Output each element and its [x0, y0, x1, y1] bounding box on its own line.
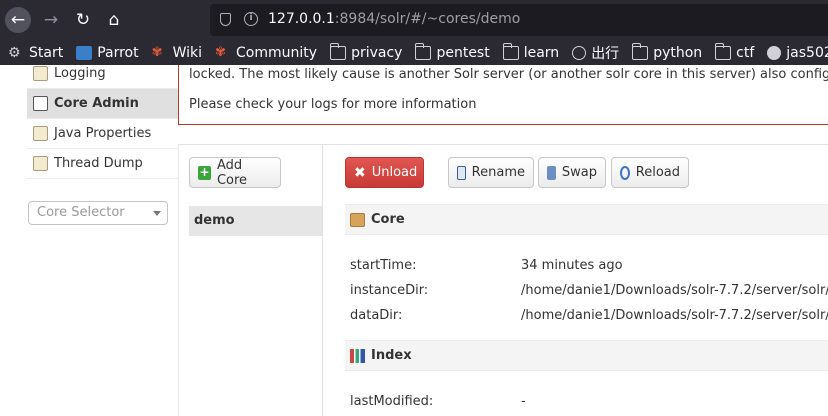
bookmark-wiki[interactable]: ✾ Wiki [152, 45, 202, 61]
bookmark-label: python [653, 44, 703, 61]
sidebar-item-java-properties[interactable]: Java Properties [27, 119, 178, 149]
button-label: Swap [561, 165, 597, 180]
folder-icon [502, 42, 519, 60]
error-text: locked. The most likely cause is another… [189, 67, 828, 82]
reload-icon [620, 165, 630, 180]
swap-button[interactable]: Swap [538, 157, 606, 188]
reload-button[interactable]: Reload [611, 157, 689, 188]
core-selector-placeholder: Core Selector [37, 205, 125, 220]
add-core-button[interactable]: + Add Core [189, 157, 281, 188]
core-admin-panel: + Add Core ✖ Unload Rename Swap Reload dem… [178, 144, 828, 416]
bookmark-privacy[interactable]: privacy [330, 42, 403, 61]
bookmark-label: Parrot [97, 44, 139, 61]
url-text[interactable]: 127.0.0.1:8984/solr/#/~cores/demo [268, 11, 520, 27]
prop-value: - [521, 394, 526, 409]
bookmark-community[interactable]: ✾ Community [215, 45, 317, 61]
bookmark-jas502n[interactable]: jas502n (Jas [767, 45, 828, 61]
back-arrow-icon[interactable]: ← [5, 7, 31, 33]
bookmark-chuxing[interactable]: 出行 [572, 43, 619, 63]
prop-key: lastModified: [350, 394, 434, 409]
github-icon [767, 45, 782, 60]
button-label: Add Core [216, 157, 248, 188]
bookmark-label: ctf [736, 44, 755, 61]
prop-value: /home/danie1/Downloads/solr-7.7.2/server… [521, 283, 828, 298]
sidebar-item-thread-dump[interactable]: Thread Dump [27, 149, 178, 179]
section-title: Core [371, 212, 405, 227]
rename-button[interactable]: Rename [448, 157, 534, 188]
core-section-header: Core [345, 204, 828, 235]
bookmarks-bar: ⚙ Start Parrot ✾ Wiki ✾ Community privacy p… [0, 40, 828, 65]
divider [322, 145, 323, 416]
core-admin-icon [33, 96, 48, 111]
browser-toolbar: ← → ↻ ⌂ i 127.0.0.1:8984/solr/#/~cores/d… [0, 0, 828, 40]
divider [178, 145, 179, 416]
globe-icon [572, 45, 587, 60]
forward-arrow-icon[interactable]: → [38, 7, 64, 33]
bookmark-label: jas502n (Jas [786, 44, 828, 61]
bookmark-start[interactable]: ⚙ Start [8, 45, 63, 61]
rename-icon [457, 165, 466, 180]
url-path: :8984/solr/#/~cores/demo [334, 11, 521, 27]
bookmark-label: Community [236, 44, 318, 61]
kali-icon: ✾ [215, 44, 226, 60]
folder-icon [330, 42, 347, 60]
bookmark-label: Wiki [172, 44, 203, 61]
sidebar-item-label: Java Properties [54, 126, 152, 141]
core-box-icon [350, 212, 365, 227]
prop-value: 34 minutes ago [521, 258, 623, 273]
button-label: Reload [635, 165, 680, 180]
prop-value: /home/danie1/Downloads/solr-7.7.2/server… [521, 308, 828, 323]
info-icon[interactable]: i [244, 12, 258, 26]
solr-admin-page: Logging Core Admin Java Properties Threa… [0, 65, 828, 416]
kali-icon: ✾ [151, 44, 163, 60]
chevron-down-icon [153, 211, 161, 216]
error-message-box: locked. The most likely cause is another… [178, 65, 828, 125]
button-label: Unload [371, 165, 418, 180]
sidebar-item-label: Logging [54, 66, 106, 81]
plus-icon: + [198, 164, 211, 180]
section-title: Index [371, 348, 412, 363]
shield-icon[interactable] [220, 13, 231, 26]
core-list-item-demo[interactable]: demo [189, 206, 322, 236]
bookmark-parrot[interactable]: Parrot [76, 44, 139, 61]
error-hint: Please check your logs for more informat… [189, 97, 477, 112]
bookmark-ctf[interactable]: ctf [715, 42, 755, 61]
bookmark-learn[interactable]: learn [502, 42, 560, 61]
sidebar-item-core-admin[interactable]: Core Admin [27, 89, 178, 119]
logging-icon [33, 66, 48, 81]
bookmark-label: 出行 [591, 45, 620, 62]
reload-icon[interactable]: ↻ [70, 7, 96, 33]
bookmark-label: learn [523, 44, 560, 61]
unload-button[interactable]: ✖ Unload [345, 157, 424, 188]
home-icon[interactable]: ⌂ [101, 7, 127, 33]
folder-icon [632, 42, 649, 60]
thread-dump-icon [33, 156, 48, 171]
prop-key: startTime: [350, 258, 417, 273]
bookmark-label: Start [29, 44, 64, 61]
sidebar-item-logging[interactable]: Logging [27, 65, 178, 89]
bookmark-pentest[interactable]: pentest [415, 42, 490, 61]
button-label: Rename [471, 165, 525, 180]
sidebar-item-label: Core Admin [54, 96, 139, 111]
folder-icon [715, 42, 732, 60]
close-icon: ✖ [354, 164, 366, 181]
url-host: 127.0.0.1 [268, 11, 335, 27]
bookmark-label: pentest [436, 44, 490, 61]
address-bar[interactable]: i 127.0.0.1:8984/solr/#/~cores/demo [210, 4, 828, 36]
folder-icon [415, 42, 432, 60]
parrot-icon [76, 45, 93, 60]
sidebar-item-label: Thread Dump [54, 156, 143, 171]
gear-icon: ⚙ [8, 44, 21, 61]
index-section-header: Index [345, 340, 828, 371]
bar-chart-icon [350, 348, 365, 363]
prop-key: instanceDir: [350, 283, 429, 298]
bookmark-python[interactable]: python [632, 42, 703, 61]
swap-icon [547, 165, 556, 180]
core-selector-dropdown[interactable]: Core Selector [28, 201, 168, 225]
java-icon [33, 126, 48, 141]
prop-key: dataDir: [350, 308, 403, 323]
bookmark-label: privacy [351, 44, 403, 61]
